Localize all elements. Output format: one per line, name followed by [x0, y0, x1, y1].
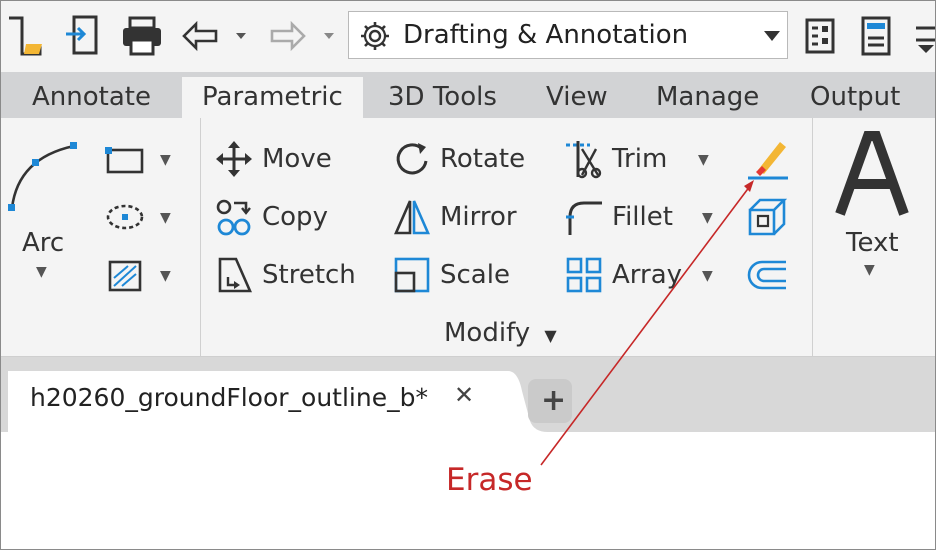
image-border [0, 0, 936, 550]
